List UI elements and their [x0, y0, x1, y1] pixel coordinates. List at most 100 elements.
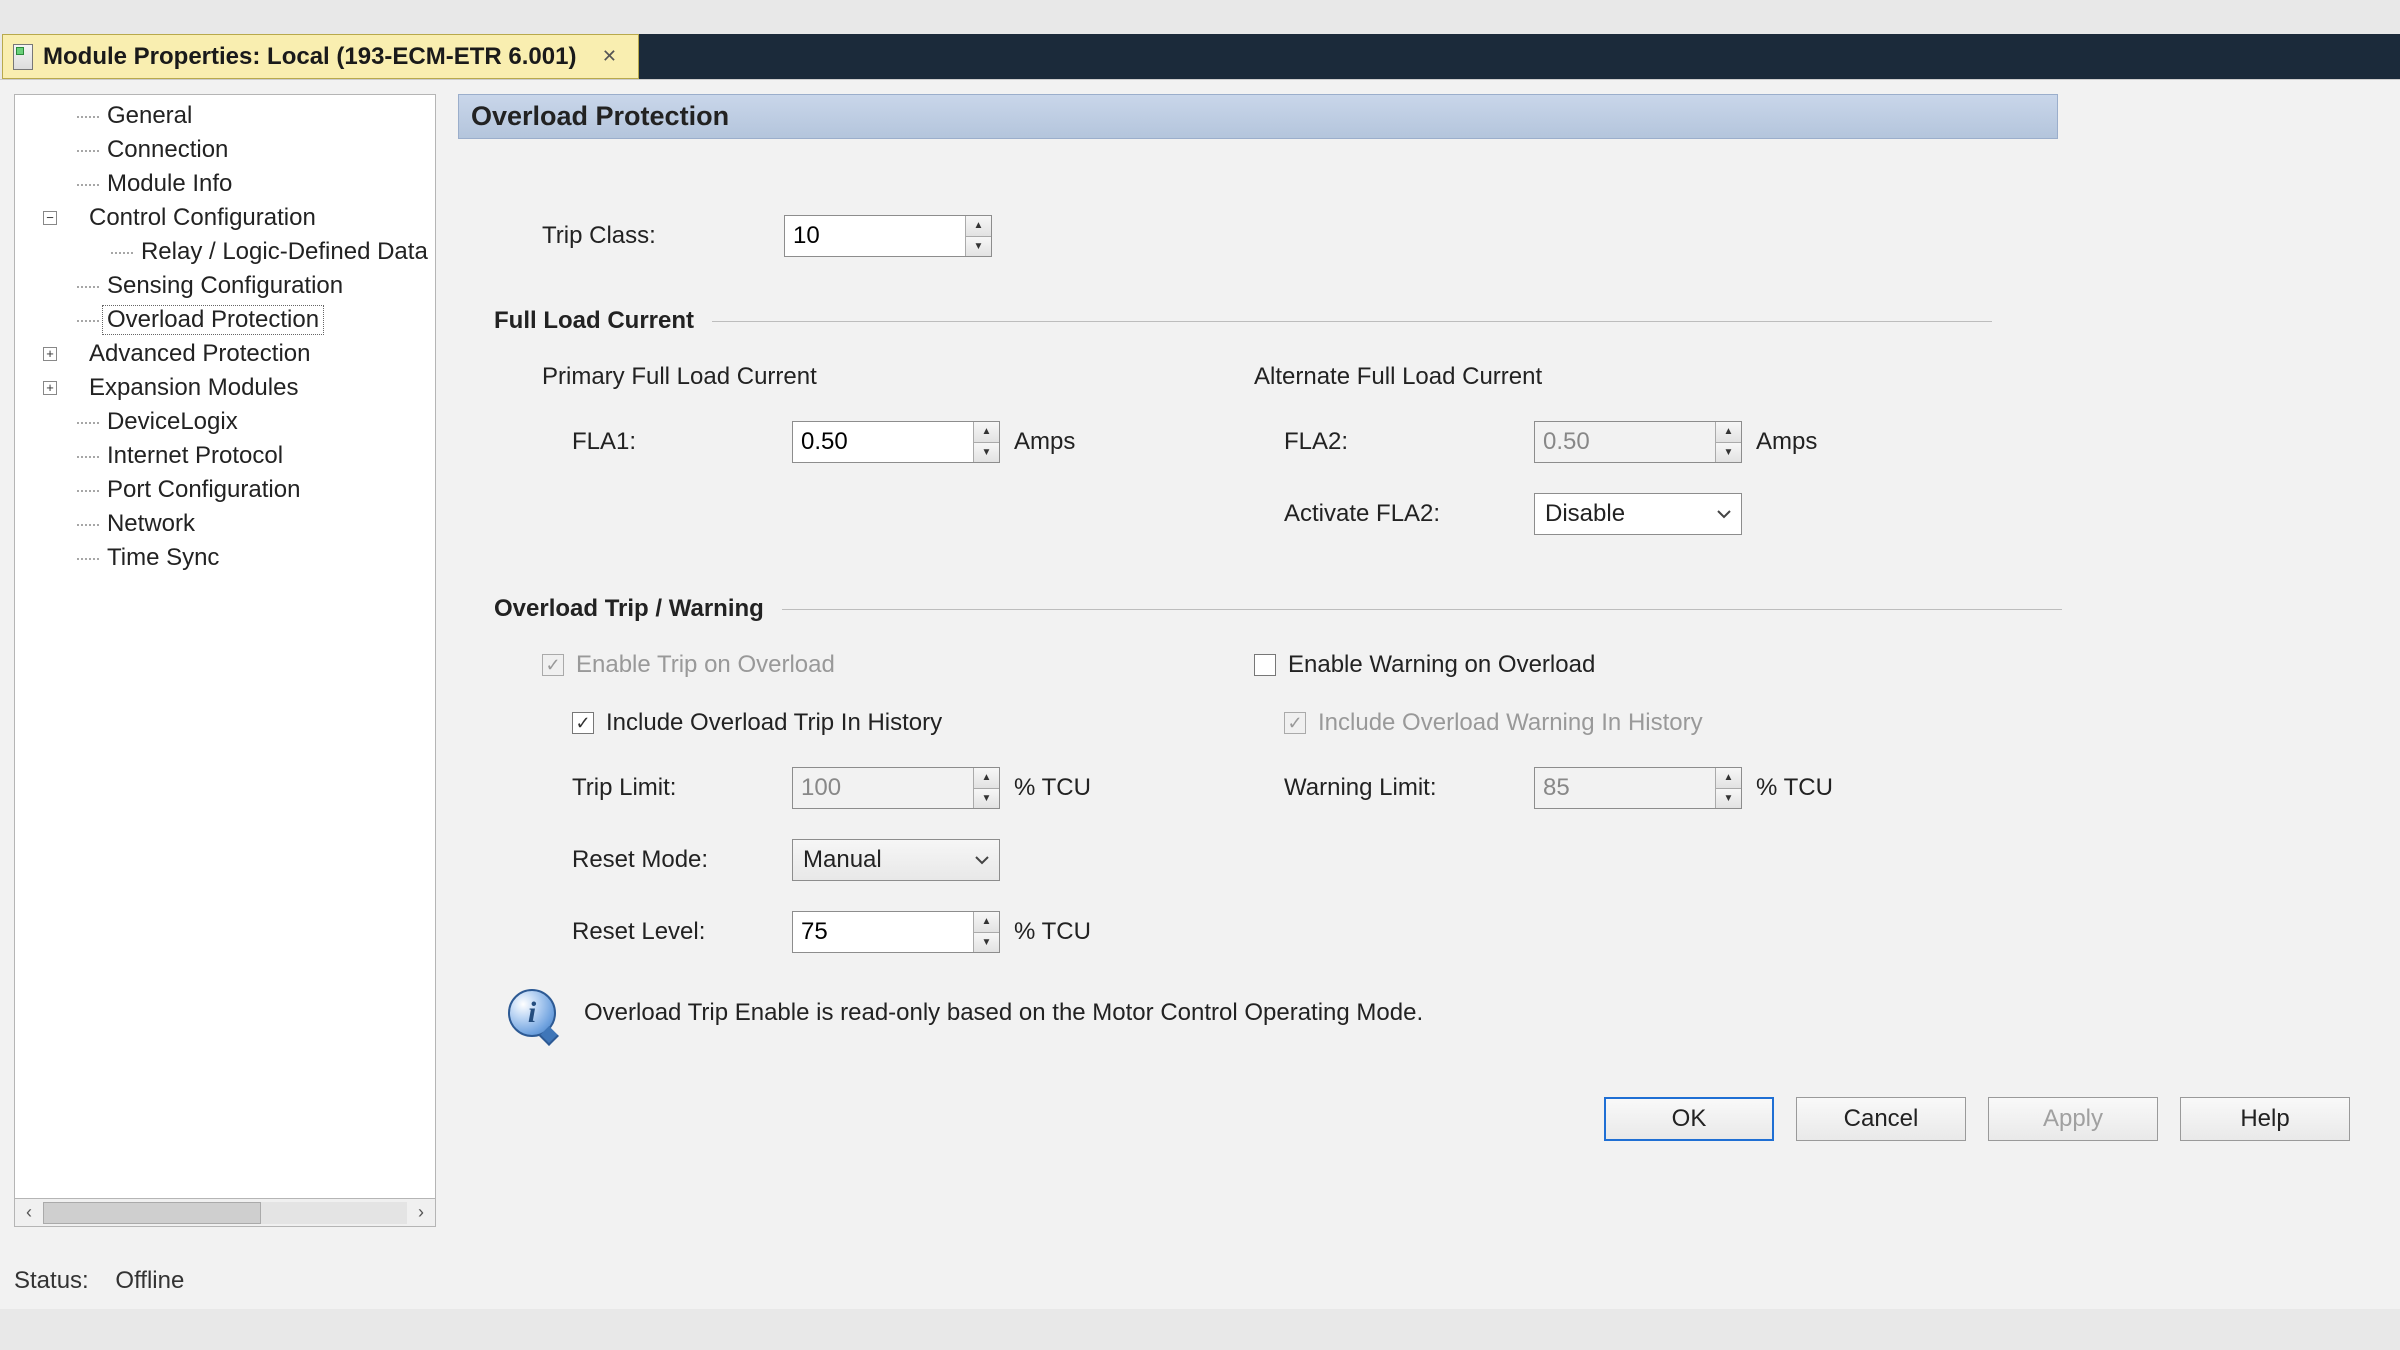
reset-level-input[interactable]	[793, 912, 973, 952]
tree-item-label: Sensing Configuration	[103, 272, 347, 300]
module-icon	[13, 44, 33, 70]
scroll-right-icon[interactable]: ›	[409, 1202, 433, 1224]
status-value: Offline	[115, 1267, 184, 1294]
spinner-down-icon: ▼	[974, 789, 999, 809]
warning-limit-label: Warning Limit:	[1284, 774, 1534, 802]
reset-mode-value: Manual	[803, 846, 882, 874]
tree-item-label: Expansion Modules	[85, 374, 302, 402]
reset-mode-dropdown[interactable]: Manual	[792, 839, 1000, 881]
fla2-input	[1535, 422, 1715, 462]
spinner-down-icon: ▼	[1716, 443, 1741, 463]
tree-item-module-info[interactable]: ······Module Info	[15, 167, 435, 201]
cancel-button[interactable]: Cancel	[1796, 1097, 1966, 1141]
spinner-up-icon[interactable]: ▲	[966, 216, 991, 237]
spinner-up-icon[interactable]: ▲	[974, 422, 999, 443]
warning-limit-unit: % TCU	[1756, 774, 1833, 802]
form-content: Trip Class: ▲ ▼ Full Load Current	[458, 139, 2386, 1141]
tree-item-label: Network	[103, 510, 199, 538]
tree-connector-icon: ······	[75, 548, 99, 569]
tree-expander-icon[interactable]: −	[43, 211, 57, 225]
tree-item-expansion-modules[interactable]: + Expansion Modules	[15, 371, 435, 405]
tree-connector-icon: ······	[75, 174, 99, 195]
chevron-down-icon[interactable]	[1707, 494, 1741, 534]
fla1-input[interactable]	[793, 422, 973, 462]
nav-tree[interactable]: ······General······Connection······Modul…	[14, 94, 436, 1199]
tree-item-control-configuration[interactable]: −Control Configuration	[15, 201, 435, 235]
tab-bar: Module Properties: Local (193-ECM-ETR 6.…	[0, 34, 2400, 79]
tree-item-label: Overload Protection	[103, 306, 323, 334]
spinner-up-icon[interactable]: ▲	[974, 912, 999, 933]
spinner-down-icon[interactable]: ▼	[974, 443, 999, 463]
dialog-body: ······General······Connection······Modul…	[0, 79, 2400, 1309]
fla2-label: FLA2:	[1254, 428, 1534, 456]
fla1-label: FLA1:	[542, 428, 792, 456]
row-warning-limit: Warning Limit: ▲ ▼ % TCU	[1254, 767, 2350, 809]
otw-right: Enable Warning on Overload ✓ Include Ove…	[1254, 651, 2350, 983]
tree-item-label: Time Sync	[103, 544, 223, 572]
spinner-up-icon: ▲	[974, 768, 999, 789]
tree-item-overload-protection[interactable]: ······Overload Protection	[15, 303, 435, 337]
divider	[712, 321, 1992, 322]
tree-item-general[interactable]: ······General	[15, 99, 435, 133]
page-title: Overload Protection	[458, 94, 2058, 139]
tree-item-advanced-protection[interactable]: +Advanced Protection	[15, 337, 435, 371]
tab-strip-bg	[639, 34, 2400, 79]
flc-alt-col: Alternate Full Load Current FLA2: ▲ ▼ Am…	[1254, 363, 2350, 565]
status-line: Status: Offline	[14, 1267, 436, 1295]
tree-item-relay-logic-defined-data[interactable]: ······Relay / Logic-Defined Data	[15, 235, 435, 269]
spinner-down-icon[interactable]: ▼	[974, 933, 999, 953]
help-button[interactable]: Help	[2180, 1097, 2350, 1141]
sidebar: ······General······Connection······Modul…	[14, 94, 436, 1295]
tree-item-internet-protocol[interactable]: ······Internet Protocol	[15, 439, 435, 473]
tree-item-label: Connection	[103, 136, 232, 164]
row-fla1: FLA1: ▲ ▼ Amps	[542, 421, 1254, 463]
tree-item-connection[interactable]: ······Connection	[15, 133, 435, 167]
tree-item-label: DeviceLogix	[103, 408, 242, 436]
reset-level-spinner[interactable]: ▲ ▼	[792, 911, 1000, 953]
close-icon[interactable]: ✕	[598, 46, 620, 68]
document-tab[interactable]: Module Properties: Local (193-ECM-ETR 6.…	[2, 34, 639, 79]
enable-warning-checkbox[interactable]	[1254, 654, 1276, 676]
tree-expander-icon[interactable]: +	[43, 347, 57, 361]
tree-item-sensing-configuration[interactable]: ······Sensing Configuration	[15, 269, 435, 303]
row-trip-limit: Trip Limit: ▲ ▼ % TCU	[542, 767, 1254, 809]
tree-connector-icon: ······	[109, 242, 133, 263]
spinner-down-icon[interactable]: ▼	[966, 237, 991, 257]
activate-fla2-label: Activate FLA2:	[1254, 500, 1534, 528]
tree-item-devicelogix[interactable]: ······DeviceLogix	[15, 405, 435, 439]
ok-button[interactable]: OK	[1604, 1097, 1774, 1141]
tree-item-label: Internet Protocol	[103, 442, 287, 470]
scroll-left-icon[interactable]: ‹	[17, 1202, 41, 1224]
row-activate-fla2: Activate FLA2: Disable	[1254, 493, 2350, 535]
trip-limit-unit: % TCU	[1014, 774, 1091, 802]
row-reset-level: Reset Level: ▲ ▼ % TCU	[542, 911, 1254, 953]
tree-item-network[interactable]: ······Network	[15, 507, 435, 541]
fla1-spinner[interactable]: ▲ ▼	[792, 421, 1000, 463]
scroll-thumb[interactable]	[43, 1202, 261, 1224]
tree-item-time-sync[interactable]: ······Time Sync	[15, 541, 435, 575]
chevron-down-icon[interactable]	[965, 840, 999, 880]
trip-class-label: Trip Class:	[494, 222, 784, 250]
spinner-up-icon: ▲	[1716, 422, 1741, 443]
include-trip-history-checkbox[interactable]: ✓	[572, 712, 594, 734]
row-enable-warning: Enable Warning on Overload	[1254, 651, 2350, 679]
button-row: OK Cancel Apply Help	[494, 1097, 2350, 1141]
trip-class-spinner[interactable]: ▲ ▼	[784, 215, 992, 257]
tree-item-label: Module Info	[103, 170, 236, 198]
tab-title: Module Properties: Local (193-ECM-ETR 6.…	[43, 43, 576, 71]
tree-connector-icon: ······	[75, 480, 99, 501]
tree-item-port-configuration[interactable]: ······Port Configuration	[15, 473, 435, 507]
row-include-trip-history: ✓ Include Overload Trip In History	[542, 709, 1254, 737]
row-enable-trip: ✓ Enable Trip on Overload	[542, 651, 1254, 679]
trip-class-input[interactable]	[785, 216, 965, 256]
group-full-load-current: Full Load Current	[494, 307, 2350, 335]
warning-limit-spinner: ▲ ▼	[1534, 767, 1742, 809]
tree-connector-icon: ······	[75, 412, 99, 433]
scroll-track[interactable]	[43, 1202, 407, 1224]
group-overload-trip-warning: Overload Trip / Warning	[494, 595, 2350, 623]
include-warning-history-label: Include Overload Warning In History	[1318, 709, 1703, 737]
activate-fla2-dropdown[interactable]: Disable	[1534, 493, 1742, 535]
tree-expander-icon[interactable]: +	[43, 381, 57, 395]
tree-hscrollbar[interactable]: ‹ ›	[14, 1199, 436, 1227]
row-include-warning-history: ✓ Include Overload Warning In History	[1254, 709, 2350, 737]
